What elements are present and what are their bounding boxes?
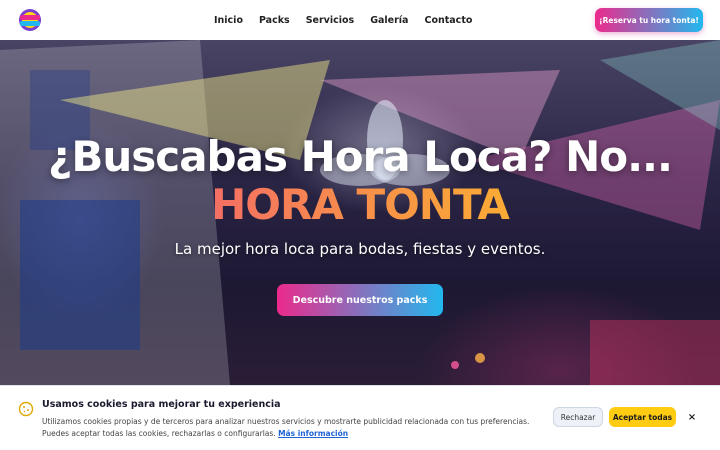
logo-icon bbox=[19, 9, 41, 31]
main-nav: Inicio Packs Servicios Galería Contacto bbox=[214, 0, 488, 40]
cookie-title: Usamos cookies para mejorar tu experienc… bbox=[42, 399, 281, 410]
cookie-icon bbox=[18, 401, 34, 417]
hero-subtitle: La mejor hora loca para bodas, fiestas y… bbox=[174, 240, 546, 258]
hero-section: ¿Buscabas Hora Loca? No... HORA TONTA La… bbox=[0, 40, 720, 385]
cookie-title-text: Usamos cookies para mejorar tu experienc… bbox=[42, 399, 281, 410]
site-header: Inicio Packs Servicios Galería Contacto … bbox=[0, 0, 720, 40]
nav-contacto[interactable]: Contacto bbox=[424, 15, 472, 26]
reserve-button[interactable]: ¡Reserva tu hora tonta! bbox=[595, 8, 703, 32]
more-info-link[interactable]: Más información bbox=[278, 429, 348, 438]
nav-packs[interactable]: Packs bbox=[259, 15, 290, 26]
hero-title-highlight: HORA TONTA bbox=[0, 180, 720, 229]
cookie-description: Utilizamos cookies propias y de terceros… bbox=[42, 416, 532, 440]
nav-galeria[interactable]: Galería bbox=[370, 15, 408, 26]
reject-cookies-button[interactable]: Rechazar bbox=[553, 407, 603, 427]
accept-cookies-button[interactable]: Aceptar todas bbox=[609, 407, 676, 427]
nav-servicios[interactable]: Servicios bbox=[306, 15, 355, 26]
logo[interactable] bbox=[17, 8, 43, 32]
hero-title: ¿Buscabas Hora Loca? No... bbox=[48, 132, 673, 181]
nav-inicio[interactable]: Inicio bbox=[214, 15, 243, 26]
discover-packs-button[interactable]: Descubre nuestros packs bbox=[277, 284, 443, 316]
close-icon[interactable]: × bbox=[685, 410, 699, 424]
